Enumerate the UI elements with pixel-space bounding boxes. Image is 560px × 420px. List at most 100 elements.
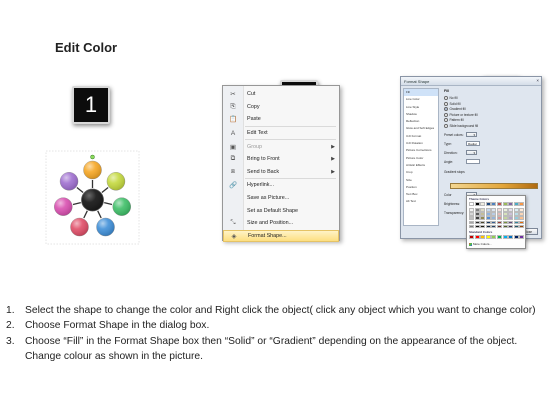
theme-shade-swatch[interactable] — [519, 208, 525, 212]
theme-shade-swatch[interactable] — [474, 208, 480, 212]
theme-shade-swatch[interactable] — [502, 224, 508, 229]
standard-color-swatch[interactable] — [496, 235, 502, 239]
theme-shade-swatch[interactable] — [491, 212, 497, 216]
theme-shade-swatch[interactable] — [508, 208, 514, 212]
fill-option-radio[interactable]: Pattern fill — [444, 118, 464, 123]
theme-shade-swatch[interactable] — [502, 212, 508, 216]
theme-shade-swatch[interactable] — [469, 220, 474, 225]
theme-shade-swatch[interactable] — [496, 216, 502, 220]
theme-color-swatch[interactable] — [474, 202, 480, 206]
theme-shade-swatch[interactable] — [513, 224, 519, 229]
fill-option-radio[interactable]: No fill — [444, 96, 457, 100]
menu-item-edit-text[interactable]: A Edit Text — [223, 127, 339, 140]
theme-shade-swatch[interactable] — [502, 216, 508, 220]
theme-shade-swatch[interactable] — [469, 208, 474, 212]
fill-option-radio[interactable]: Solid fill — [444, 101, 460, 106]
theme-shade-swatch[interactable] — [508, 224, 514, 229]
theme-shade-swatch[interactable] — [485, 212, 491, 216]
theme-shade-swatch[interactable] — [485, 216, 491, 220]
theme-color-swatch[interactable] — [496, 202, 502, 206]
standard-color-swatch[interactable] — [474, 235, 480, 239]
menu-item-format-shape[interactable]: ◈ Format Shape... — [223, 229, 339, 243]
dialog-nav-item[interactable]: Crop — [404, 169, 438, 176]
theme-color-swatch[interactable] — [513, 202, 519, 206]
dialog-nav-item[interactable]: Size — [404, 177, 438, 184]
theme-shade-swatch[interactable] — [519, 216, 525, 220]
theme-shade-swatch[interactable] — [469, 216, 474, 220]
standard-color-swatch[interactable] — [491, 235, 497, 239]
dialog-nav-item[interactable]: Line Color — [404, 96, 438, 103]
menu-item-paste[interactable]: 📋 Paste — [223, 113, 339, 126]
theme-shade-swatch[interactable] — [508, 220, 514, 225]
theme-color-swatch[interactable] — [485, 202, 491, 206]
dialog-nav-item[interactable]: 3-D Format — [404, 133, 438, 140]
theme-shade-swatch[interactable] — [496, 208, 502, 212]
dialog-nav-item[interactable]: Fill — [404, 89, 438, 97]
theme-shade-swatch[interactable] — [496, 220, 502, 225]
standard-color-swatch[interactable] — [480, 235, 486, 239]
theme-shade-swatch[interactable] — [508, 212, 514, 216]
shape-cluster[interactable] — [45, 150, 140, 245]
dialog-nav-item[interactable]: Artistic Effects — [404, 162, 438, 169]
dialog-nav-item[interactable]: Text Box — [404, 191, 438, 198]
fill-option-radio[interactable]: Slide background fill — [444, 124, 478, 128]
theme-shade-swatch[interactable] — [474, 216, 480, 220]
theme-shade-swatch[interactable] — [496, 224, 502, 229]
theme-color-swatch[interactable] — [469, 202, 474, 206]
theme-shade-swatch[interactable] — [474, 212, 480, 216]
theme-shade-swatch[interactable] — [480, 212, 486, 216]
dialog-nav-item[interactable]: Position — [404, 184, 438, 191]
fill-option-radio[interactable]: Picture or texture fill — [444, 112, 478, 117]
dialog-nav-item[interactable]: Reflection — [404, 118, 438, 125]
standard-color-swatch[interactable] — [508, 235, 514, 239]
theme-shade-swatch[interactable] — [519, 212, 525, 216]
theme-shade-swatch[interactable] — [496, 212, 502, 216]
menu-item-size-and-position[interactable]: ⤡ Size and Position... — [223, 217, 339, 230]
theme-shade-swatch[interactable] — [519, 224, 525, 229]
standard-color-swatch[interactable] — [485, 235, 491, 239]
standard-color-swatch[interactable] — [513, 235, 519, 239]
theme-shade-swatch[interactable] — [491, 224, 497, 229]
theme-shade-swatch[interactable] — [469, 212, 474, 216]
theme-shade-swatch[interactable] — [491, 216, 497, 220]
dialog-nav-item[interactable]: Shadow — [404, 111, 438, 118]
theme-shade-swatch[interactable] — [474, 224, 480, 229]
dialog-nav-item[interactable]: 3-D Rotation — [404, 140, 438, 147]
theme-color-swatch[interactable] — [508, 202, 514, 206]
theme-shade-swatch[interactable] — [485, 220, 491, 225]
dialog-nav-item[interactable]: Line Style — [404, 104, 438, 111]
theme-shade-swatch[interactable] — [491, 220, 497, 225]
theme-shade-swatch[interactable] — [480, 216, 486, 220]
color-dropdown-button[interactable]: ▾ — [466, 150, 477, 155]
rotate-handle[interactable] — [90, 154, 95, 160]
theme-shade-swatch[interactable] — [513, 212, 519, 216]
standard-color-swatch[interactable] — [519, 235, 525, 239]
theme-color-swatch[interactable] — [491, 202, 497, 206]
theme-shade-swatch[interactable] — [502, 220, 508, 225]
theme-shade-swatch[interactable] — [513, 216, 519, 220]
standard-color-swatch[interactable] — [469, 235, 474, 239]
menu-item-save-as-picture[interactable]: Save as Picture... — [223, 192, 339, 205]
theme-shade-swatch[interactable] — [508, 216, 514, 220]
theme-shade-swatch[interactable] — [485, 208, 491, 212]
dialog-nav-item[interactable]: Picture Corrections — [404, 147, 438, 154]
theme-shade-swatch[interactable] — [474, 220, 480, 225]
menu-item-bring-to-front[interactable]: ⧉ Bring to Front ▶ — [223, 153, 339, 166]
theme-shade-swatch[interactable] — [480, 224, 486, 229]
menu-item-hyperlink[interactable]: 🔗 Hyperlink... — [223, 179, 339, 192]
theme-shade-swatch[interactable] — [502, 208, 508, 212]
theme-shade-swatch[interactable] — [485, 224, 491, 229]
menu-item-set-as-default-shape[interactable]: Set as Default Shape — [223, 204, 339, 217]
theme-color-swatch[interactable] — [502, 202, 508, 206]
theme-shade-swatch[interactable] — [480, 220, 486, 225]
fill-field-input[interactable] — [466, 159, 480, 164]
dialog-nav-item[interactable]: Picture Color — [404, 155, 438, 162]
theme-color-swatch[interactable] — [480, 202, 486, 206]
menu-item-cut[interactable]: ✂ Cut — [223, 88, 339, 101]
theme-shade-swatch[interactable] — [491, 208, 497, 212]
gradient-stops-bar[interactable] — [450, 183, 538, 189]
theme-shade-swatch[interactable] — [480, 208, 486, 212]
theme-shade-swatch[interactable] — [469, 224, 474, 229]
theme-shade-swatch[interactable] — [519, 220, 525, 225]
fill-option-radio[interactable]: Gradient fill — [444, 107, 466, 112]
